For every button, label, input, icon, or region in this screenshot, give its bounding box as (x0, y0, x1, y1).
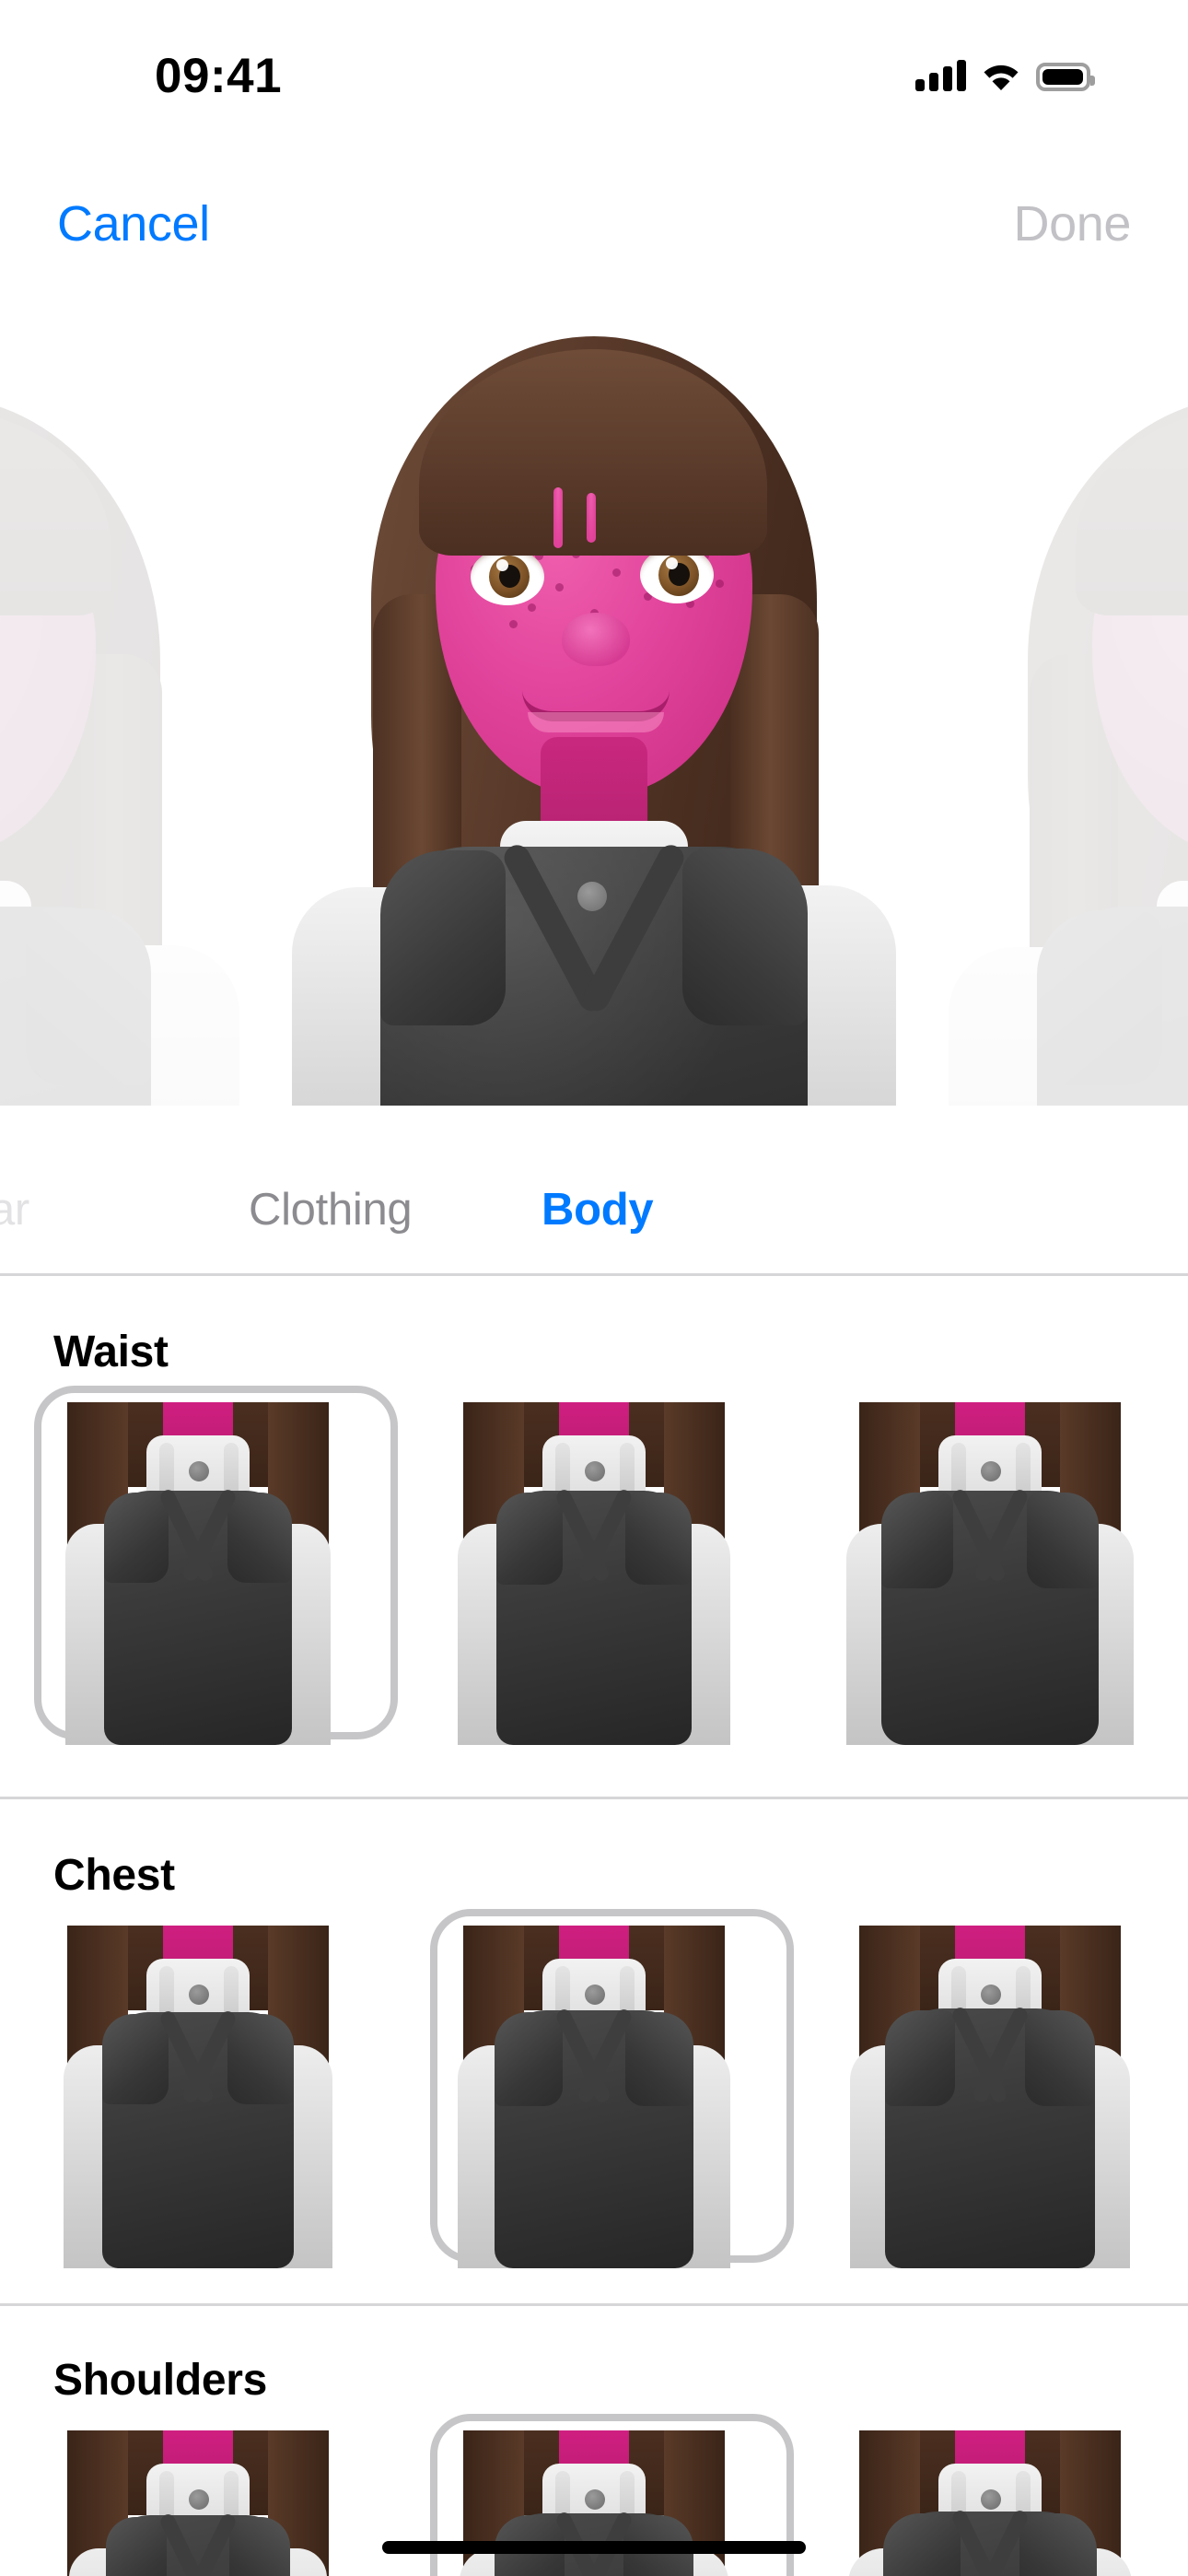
divider-waist-chest (0, 1797, 1188, 1799)
section-title-shoulders: Shoulders (53, 2356, 268, 2405)
tab-body[interactable]: Body (542, 1184, 654, 1235)
adjacent-memoji-left[interactable] (0, 378, 260, 1106)
nose (562, 613, 630, 666)
vest-shoulder-left (380, 850, 506, 1025)
shoulders-option-2[interactable] (396, 2414, 794, 2576)
done-button[interactable]: Done (1014, 195, 1132, 252)
memoji-body-editor-screen: 09:41 Cancel Done ar Clothing Body Waist… (0, 0, 1188, 2576)
waist-option-2[interactable] (396, 1402, 792, 1762)
memoji-avatar[interactable] (272, 318, 916, 1106)
avatar-preview-stage[interactable] (0, 295, 1188, 1106)
section-title-waist: Waist (53, 1328, 169, 1376)
home-indicator[interactable] (382, 2541, 806, 2554)
shoulders-option-row (0, 2414, 1188, 2576)
cellular-signal-icon (915, 60, 966, 91)
tab-clothing[interactable]: Clothing (249, 1184, 413, 1235)
lower-lip (528, 712, 664, 732)
vest-vneck (491, 840, 697, 1020)
cancel-button[interactable]: Cancel (57, 195, 210, 252)
status-bar-time: 09:41 (155, 49, 283, 103)
navigation-bar: Cancel Done (0, 175, 1188, 276)
section-title-chest: Chest (53, 1851, 175, 1900)
shirt-button (577, 882, 607, 911)
status-bar-indicators (915, 53, 1095, 91)
divider-chest-shoulders (0, 2303, 1188, 2306)
shoulders-option-1[interactable] (0, 2430, 396, 2576)
category-tab-bar[interactable]: ear Clothing Body (0, 1184, 1188, 1271)
battery-icon (1036, 63, 1095, 91)
waist-option-row (0, 1386, 1188, 1762)
shoulders-option-3[interactable] (792, 2430, 1188, 2576)
eye-left (471, 548, 544, 605)
adjacent-memoji-right[interactable] (928, 378, 1188, 1106)
memoji-torso (272, 806, 916, 1106)
tab-headwear[interactable]: ear (0, 1184, 29, 1235)
wifi-icon (981, 60, 1021, 91)
waist-option-1[interactable] (0, 1386, 398, 1762)
status-bar: 09:41 (0, 0, 1188, 120)
chest-option-2[interactable] (396, 1909, 794, 2285)
waist-option-3[interactable] (792, 1402, 1188, 1762)
chest-option-1[interactable] (0, 1926, 396, 2285)
divider-tabs (0, 1273, 1188, 1276)
chest-option-3[interactable] (792, 1926, 1188, 2285)
chest-option-row (0, 1909, 1188, 2285)
vest-shoulder-right (682, 849, 808, 1025)
